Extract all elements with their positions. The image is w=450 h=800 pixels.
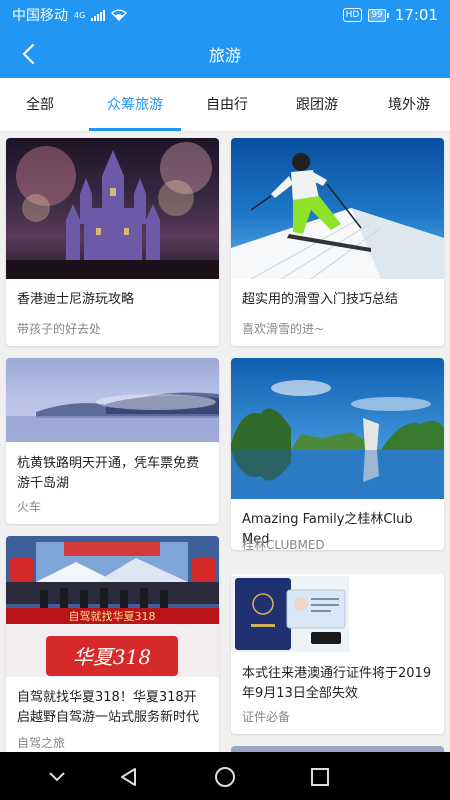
card-subtitle: 证件必备 xyxy=(242,710,291,724)
chevron-down-icon xyxy=(49,772,65,782)
active-tab-indicator xyxy=(89,128,181,131)
article-card-guilin[interactable]: Amazing Family之桂林Club Med 桂林CLUBMED xyxy=(231,358,444,550)
article-feed[interactable]: 香港迪士尼游玩攻略 带孩子的好去处 超实用的滑雪入门技巧总结 喜欢滑雪的进~ 杭… xyxy=(0,132,450,752)
battery-level: 99 xyxy=(368,8,386,22)
status-bar: 中国移动 4G HD 99 17:01 xyxy=(0,0,450,30)
system-nav-bar xyxy=(0,752,450,800)
article-card-ski[interactable]: 超实用的滑雪入门技巧总结 喜欢滑雪的进~ xyxy=(231,138,444,346)
card-subtitle: 桂林CLUBMED xyxy=(242,538,325,550)
article-card-huaxia-318[interactable]: 自驾就找华夏318 华夏318 自驾就找华夏318！华夏318开启越野自驾游一站… xyxy=(6,536,219,752)
skier-image xyxy=(231,138,444,279)
wifi-icon xyxy=(111,9,128,21)
clock: 17:01 xyxy=(394,6,438,24)
chevron-left-icon xyxy=(22,43,35,65)
card-title: 超实用的滑雪入门技巧总结 xyxy=(242,292,399,307)
hd-badge: HD xyxy=(342,8,363,22)
card-title: 本式往来港澳通行证件将于2019年9月13日全部失效 xyxy=(242,666,432,701)
circle-home-icon xyxy=(215,767,235,787)
launch-event-image: 自驾就找华夏318 华夏318 xyxy=(6,536,219,677)
page-title: 旅游 xyxy=(208,46,241,65)
signal-icon xyxy=(91,9,106,21)
disneyland-castle-image xyxy=(6,138,219,279)
triangle-back-icon xyxy=(121,768,136,786)
system-recents-button[interactable] xyxy=(307,764,333,790)
hide-nav-button[interactable] xyxy=(44,764,70,790)
card-title: 香港迪士尼游玩攻略 xyxy=(17,292,135,307)
system-home-button[interactable] xyxy=(212,764,238,790)
card-subtitle: 带孩子的好去处 xyxy=(17,322,102,336)
article-card-passport[interactable]: 本式往来港澳通行证件将于2019年9月13日全部失效 证件必备 xyxy=(231,574,444,734)
tab-group-tour[interactable]: 跟团游 xyxy=(288,78,346,132)
tab-free-travel[interactable]: 自由行 xyxy=(198,78,256,132)
app-bar: 旅游 xyxy=(0,30,450,78)
svg-text:华夏318: 华夏318 xyxy=(73,645,151,669)
card-title: 自驾就找华夏318！华夏318开启越野自驾游一站式服务新时代 xyxy=(17,690,200,725)
category-tabs: 全部 众筹旅游 自由行 跟团游 境外游 xyxy=(0,78,450,132)
tab-crowdfunding-travel[interactable]: 众筹旅游 xyxy=(89,78,181,132)
tab-overseas-travel[interactable]: 境外游 xyxy=(380,78,438,132)
article-card-disney[interactable]: 香港迪士尼游玩攻略 带孩子的好去处 xyxy=(6,138,219,346)
tab-all[interactable]: 全部 xyxy=(14,78,66,132)
banner-text: 自驾就找华夏318 xyxy=(69,609,156,623)
misty-lake-image xyxy=(6,358,219,442)
card-subtitle: 自驾之旅 xyxy=(17,736,66,750)
article-card-qiandao-lake[interactable]: 杭黄铁路明天开通，凭车票免费游千岛湖 火车 xyxy=(6,358,219,524)
passport-permit-image xyxy=(231,574,444,654)
card-title: 杭黄铁路明天开通，凭车票免费游千岛湖 xyxy=(17,456,200,491)
carrier-name: 中国移动 xyxy=(12,8,68,24)
guilin-karst-lake-image xyxy=(231,358,444,499)
network-type: 4G xyxy=(74,10,86,20)
battery-icon: 99 xyxy=(368,8,389,22)
back-button[interactable] xyxy=(14,40,42,68)
square-recents-icon xyxy=(311,768,329,786)
card-subtitle: 喜欢滑雪的进~ xyxy=(242,322,325,336)
system-back-button[interactable] xyxy=(116,764,142,790)
card-subtitle: 火车 xyxy=(17,500,42,514)
